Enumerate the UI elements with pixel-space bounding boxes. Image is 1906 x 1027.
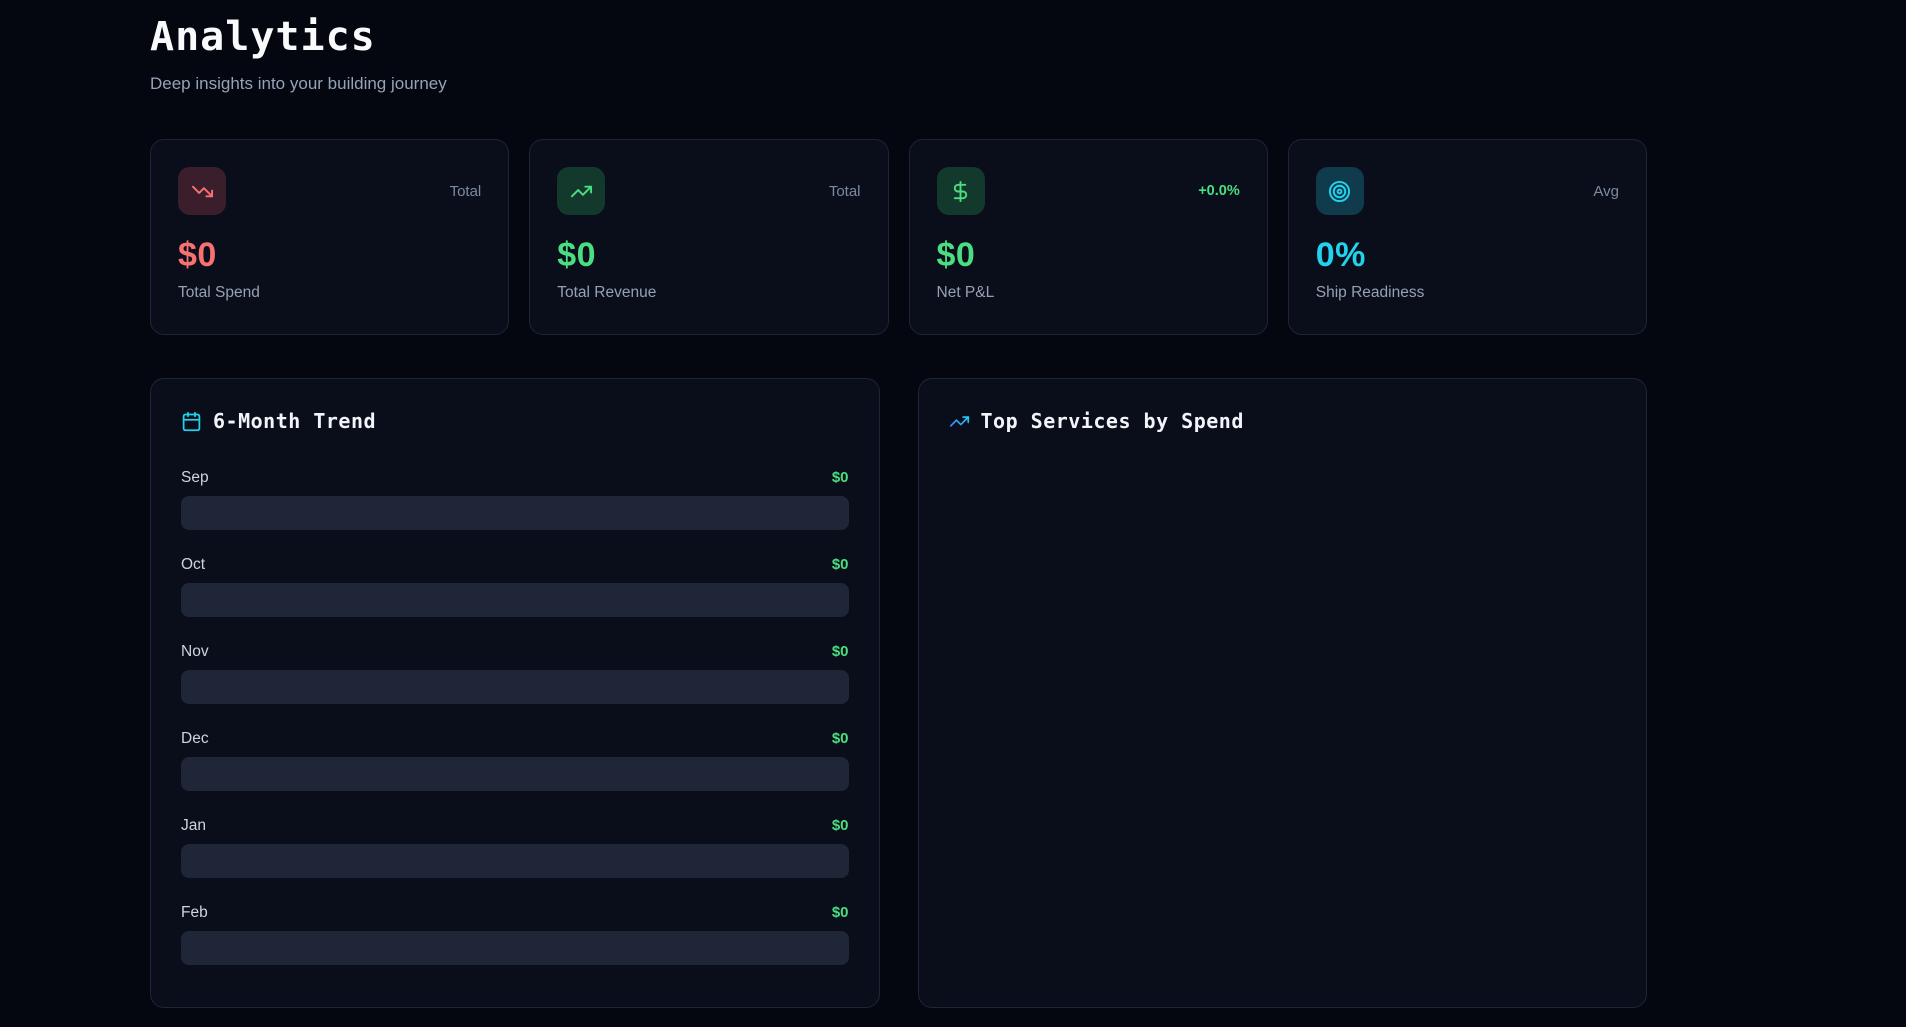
analytics-page: Analytics Deep insights into your buildi… <box>150 0 1647 1008</box>
stat-card-total-revenue: Total $0 Total Revenue <box>529 139 888 335</box>
trending-down-icon <box>178 167 226 215</box>
stat-card-ship-readiness: Avg 0% Ship Readiness <box>1288 139 1647 335</box>
month-value: $0 <box>832 556 849 573</box>
month-value: $0 <box>832 730 849 747</box>
stat-card-header: +0.0% <box>937 167 1240 215</box>
month-label: Dec <box>181 730 209 748</box>
trend-row-oct: Oct $0 <box>181 556 849 617</box>
top-services-panel: Top Services by Spend <box>918 378 1648 1008</box>
trend-rows: Sep $0 Oct $0 Nov $0 <box>181 469 849 965</box>
trend-panel-title: 6-Month Trend <box>213 409 376 433</box>
stats-grid: Total $0 Total Spend Total $0 Total Reve… <box>150 139 1647 335</box>
stat-value: $0 <box>937 236 1240 275</box>
month-value: $0 <box>832 904 849 921</box>
trend-row-feb: Feb $0 <box>181 904 849 965</box>
stat-card-net-pnl: +0.0% $0 Net P&L <box>909 139 1268 335</box>
trend-panel-header: 6-Month Trend <box>181 409 849 433</box>
panels-grid: 6-Month Trend Sep $0 Oct $0 <box>150 378 1647 1008</box>
stat-label: Total Spend <box>178 284 481 302</box>
bar-track <box>181 670 849 704</box>
trend-row-dec: Dec $0 <box>181 730 849 791</box>
bar-track <box>181 844 849 878</box>
stat-value: $0 <box>178 236 481 275</box>
stat-label: Ship Readiness <box>1316 284 1619 302</box>
stat-card-header: Total <box>557 167 860 215</box>
month-value: $0 <box>832 817 849 834</box>
bar-track <box>181 583 849 617</box>
services-empty-body <box>949 433 1617 953</box>
month-label: Feb <box>181 904 208 922</box>
month-label: Nov <box>181 643 209 661</box>
stat-label: Total Revenue <box>557 284 860 302</box>
trend-row-nov: Nov $0 <box>181 643 849 704</box>
stat-badge-change-pct: +0.0% <box>1198 183 1240 199</box>
trend-row-sep: Sep $0 <box>181 469 849 530</box>
stat-card-total-spend: Total $0 Total Spend <box>150 139 509 335</box>
month-label: Jan <box>181 817 206 835</box>
stat-badge: Total <box>450 183 482 200</box>
bar-track <box>181 496 849 530</box>
month-value: $0 <box>832 643 849 660</box>
stat-card-header: Total <box>178 167 481 215</box>
calendar-icon <box>181 411 202 432</box>
dollar-sign-icon <box>937 167 985 215</box>
trending-up-icon <box>949 411 970 432</box>
trending-up-icon <box>557 167 605 215</box>
six-month-trend-panel: 6-Month Trend Sep $0 Oct $0 <box>150 378 880 1008</box>
stat-card-header: Avg <box>1316 167 1619 215</box>
stat-badge: Total <box>829 183 861 200</box>
stat-value: 0% <box>1316 236 1619 275</box>
trend-row-jan: Jan $0 <box>181 817 849 878</box>
month-label: Oct <box>181 556 205 574</box>
services-panel-header: Top Services by Spend <box>949 409 1617 433</box>
month-label: Sep <box>181 469 209 487</box>
stat-label: Net P&L <box>937 284 1240 302</box>
page-title: Analytics <box>150 14 1647 60</box>
month-value: $0 <box>832 469 849 486</box>
services-panel-title: Top Services by Spend <box>981 409 1244 433</box>
stat-badge: Avg <box>1593 183 1619 200</box>
page-subtitle: Deep insights into your building journey <box>150 73 1647 94</box>
bar-track <box>181 757 849 791</box>
bar-track <box>181 931 849 965</box>
target-icon <box>1316 167 1364 215</box>
stat-value: $0 <box>557 236 860 275</box>
